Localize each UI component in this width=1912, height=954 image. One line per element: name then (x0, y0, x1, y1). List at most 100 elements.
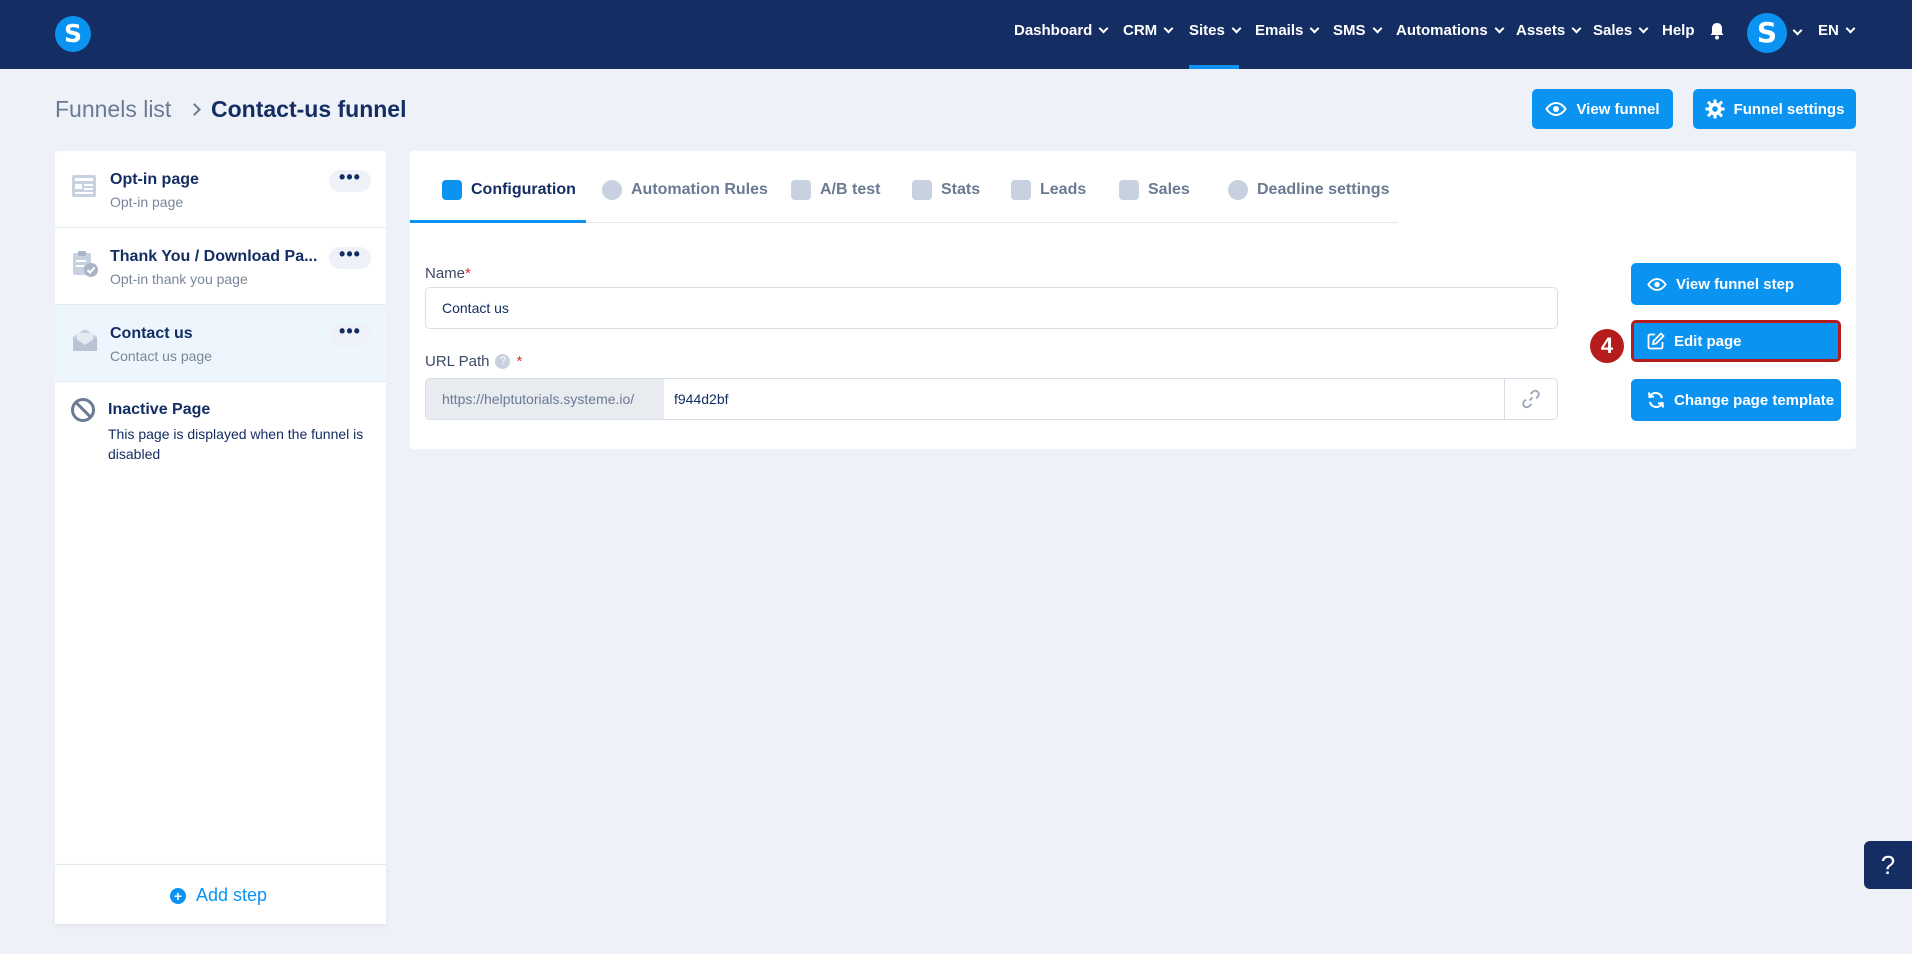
chevron-right-icon (188, 103, 201, 116)
question-icon[interactable]: ? (495, 354, 511, 369)
view-funnel-label: View funnel (1576, 100, 1660, 118)
tab-stats[interactable]: Stats (912, 180, 980, 200)
nav-label: Help (1662, 22, 1695, 39)
chevron-down-icon (1163, 23, 1174, 34)
funnel-steps-panel: Opt-in page Opt-in page ••• Thank You / … (55, 151, 386, 924)
clipboard-check-icon (73, 251, 98, 277)
disabled-icon (71, 398, 95, 422)
tab-automation-rules[interactable]: Automation Rules (602, 180, 768, 200)
url-path-input[interactable]: f944d2bf (664, 378, 1505, 420)
dollar-icon (1119, 180, 1139, 200)
change-page-template-button[interactable]: Change page template (1631, 379, 1841, 421)
tab-leads[interactable]: Leads (1011, 180, 1086, 200)
nav-label: Sales (1593, 22, 1633, 39)
url-prefix-text: https://helptutorials.systeme.io/ (442, 391, 635, 407)
inactive-page-title[interactable]: Inactive Page (108, 401, 210, 419)
tab-configuration[interactable]: Configuration (442, 180, 576, 200)
chevron-down-icon (1494, 23, 1505, 34)
nav-dashboard[interactable]: Dashboard (1014, 22, 1109, 39)
step-subtitle: Opt-in thank you page (110, 271, 248, 287)
step-subtitle: Opt-in page (110, 194, 184, 210)
step-contact-us[interactable]: Contact us Contact us page ••• (55, 305, 386, 382)
step-subtitle: Contact us page (110, 348, 212, 364)
nav-help[interactable]: Help (1662, 22, 1695, 39)
tab-label: Automation Rules (631, 181, 768, 198)
step-number-badge: 4 (1590, 329, 1624, 363)
edit-page-button[interactable]: Edit page (1631, 320, 1841, 362)
nav-label: Automations (1396, 22, 1488, 39)
logo[interactable]: S (55, 16, 91, 52)
inactive-page-description: This page is displayed when the funnel i… (108, 426, 364, 462)
envelope-open-icon (73, 329, 97, 351)
page-layout-icon (72, 175, 96, 197)
step-opt-in[interactable]: Opt-in page Opt-in page ••• (55, 151, 386, 228)
required-mark: * (516, 353, 523, 370)
tab-label: A/B test (820, 181, 881, 198)
step-menu-button[interactable]: ••• (329, 245, 371, 269)
language-selector[interactable]: EN (1818, 22, 1856, 39)
bar-chart-icon (912, 180, 932, 200)
language-label: EN (1818, 22, 1839, 39)
nav-assets[interactable]: Assets (1516, 22, 1582, 39)
step-menu-button[interactable]: ••• (329, 168, 371, 192)
users-icon (1011, 180, 1031, 200)
breadcrumb-parent[interactable]: Funnels list (55, 96, 171, 123)
nav-active-indicator (1189, 65, 1239, 69)
chevron-down-icon[interactable] (1792, 25, 1803, 36)
funnel-settings-label: Funnel settings (1733, 100, 1845, 118)
tab-deadline-settings[interactable]: Deadline settings (1228, 180, 1389, 200)
edit-icon (1647, 332, 1665, 350)
tab-sales[interactable]: Sales (1119, 180, 1190, 200)
nav-emails[interactable]: Emails (1255, 22, 1320, 39)
add-step-label: Add step (196, 885, 268, 905)
top-nav: S Dashboard CRM Sites Emails SMS Automat… (0, 0, 1912, 69)
url-prefix: https://helptutorials.systeme.io/ (425, 378, 665, 420)
tab-ab-test[interactable]: A/B test (791, 180, 880, 200)
step-thank-you[interactable]: Thank You / Download Pa... Opt-in thank … (55, 228, 386, 305)
tab-bar: Configuration Automation Rules A/B test … (410, 151, 1398, 223)
plus-icon: + (170, 887, 186, 904)
tab-label: Leads (1040, 181, 1087, 198)
bell-icon[interactable] (1709, 22, 1725, 40)
add-step-button[interactable]: + Add step (170, 885, 267, 906)
chevron-down-icon (1638, 23, 1649, 34)
copy-link-button[interactable] (1504, 378, 1558, 420)
eye-icon (1647, 277, 1667, 291)
tab-label: Deadline settings (1257, 181, 1390, 198)
nav-sites[interactable]: Sites (1189, 22, 1242, 39)
nav-crm[interactable]: CRM (1123, 22, 1174, 39)
url-path-label: URL Path ? * (425, 353, 522, 370)
nav-label: Dashboard (1014, 22, 1093, 39)
active-tab-indicator (410, 220, 586, 223)
name-value: Contact us (442, 300, 509, 316)
tab-label: Stats (941, 181, 981, 198)
step-title: Thank You / Download Pa... (110, 248, 318, 265)
step-menu-button[interactable]: ••• (329, 322, 371, 346)
name-input[interactable]: Contact us (425, 287, 1558, 329)
nav-automations[interactable]: Automations (1396, 22, 1505, 39)
view-funnel-step-button[interactable]: View funnel step (1631, 263, 1841, 305)
required-mark: * (465, 265, 471, 282)
nav-label: Emails (1255, 22, 1304, 39)
change-page-template-label: Change page template (1674, 391, 1835, 409)
nav-label: Assets (1516, 22, 1566, 39)
gear-icon (1705, 99, 1725, 119)
split-icon (791, 180, 811, 200)
view-funnel-button[interactable]: View funnel (1532, 89, 1673, 129)
step-title: Opt-in page (110, 171, 199, 188)
link-icon (1522, 389, 1540, 409)
avatar[interactable]: S (1747, 13, 1787, 53)
view-funnel-step-label: View funnel step (1676, 275, 1795, 293)
nav-sms[interactable]: SMS (1333, 22, 1382, 39)
name-label: Name* (425, 265, 471, 282)
chevron-down-icon (1309, 23, 1320, 34)
chevron-down-icon (1372, 23, 1382, 34)
nav-sales[interactable]: Sales (1593, 22, 1649, 39)
chevron-down-icon (1845, 23, 1856, 34)
help-button[interactable]: ? (1864, 841, 1912, 889)
chevron-down-icon (1231, 23, 1242, 34)
funnel-settings-button[interactable]: Funnel settings (1693, 89, 1856, 129)
nav-label: Sites (1189, 22, 1225, 39)
clock-icon (1228, 180, 1248, 200)
tab-label: Sales (1148, 181, 1190, 198)
